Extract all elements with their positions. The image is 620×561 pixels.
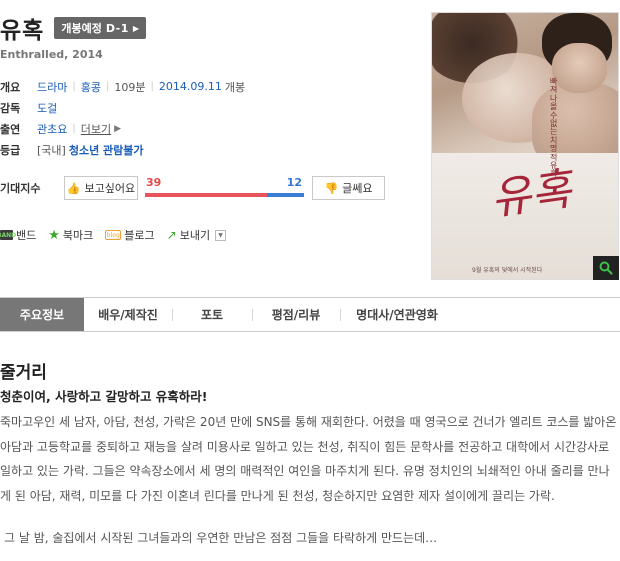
bookmark-label: 북마크 bbox=[62, 229, 94, 242]
overview-values: 드라마 | 홍콩 | 109분 | 2014.09.11 개봉 bbox=[37, 79, 245, 95]
dislike-button-label: 글쎄요 bbox=[342, 183, 373, 195]
cast-link[interactable]: 관초요 bbox=[37, 121, 67, 137]
tab-reviews[interactable]: 평점/리뷰 bbox=[252, 298, 340, 331]
gauge-like-fill bbox=[145, 193, 267, 197]
grade-label: 등급 bbox=[0, 143, 21, 157]
gauge-bar bbox=[145, 193, 304, 197]
expectation-row: 기대지수 👍 보고싶어요 39 12 👎 글쎄요 bbox=[0, 176, 390, 200]
band-icon: BAND bbox=[0, 230, 17, 240]
share-row: BAND 밴드 ★ 북마크 blog 블로그 ↗ 보내기 ▼ bbox=[0, 226, 238, 244]
release-badge-label: 개봉예정 bbox=[61, 22, 102, 35]
band-label: 밴드 bbox=[16, 229, 37, 242]
chevron-right-icon: ▶ bbox=[132, 23, 140, 33]
expectation-label: 기대지수 bbox=[0, 182, 41, 195]
cast-label: 출연 bbox=[0, 122, 21, 136]
release-suffix: 개봉 bbox=[224, 80, 246, 94]
tab-main-info[interactable]: 주요정보 bbox=[0, 298, 84, 331]
grade-row: 등급 [국내] 청소년 관람불가 bbox=[0, 139, 245, 160]
tab-cast-crew[interactable]: 배우/제작진 bbox=[84, 298, 172, 331]
original-title: Enthralled, 2014 bbox=[0, 48, 103, 61]
separator: | bbox=[72, 123, 76, 134]
expectation-gauge: 39 12 bbox=[145, 176, 304, 200]
tab-photo[interactable]: 포토 bbox=[172, 298, 252, 331]
send-button[interactable]: ↗ 보내기 ▼ bbox=[166, 227, 227, 243]
like-button-label: 보고싶어요 bbox=[84, 183, 136, 195]
band-share-button[interactable]: BAND 밴드 bbox=[0, 227, 36, 243]
director-label: 감독 bbox=[0, 101, 21, 115]
thumbs-down-icon: 👎 bbox=[324, 182, 339, 195]
blog-share-button[interactable]: blog 블로그 bbox=[105, 227, 155, 243]
like-count: 39 bbox=[146, 176, 162, 189]
like-button[interactable]: 👍 보고싶어요 bbox=[64, 176, 138, 200]
dislike-count: 12 bbox=[286, 176, 302, 189]
director-link[interactable]: 도걸 bbox=[37, 100, 57, 116]
star-icon: ★ bbox=[48, 227, 60, 243]
separator: | bbox=[106, 81, 110, 92]
blog-label: 블로그 bbox=[124, 229, 155, 242]
cast-row: 출연 관초요 | 더보기 ▶ bbox=[0, 118, 245, 139]
synopsis-tagline: 청춘이여, 사랑하고 갈망하고 유혹하라! bbox=[0, 389, 208, 404]
grade-link[interactable]: 청소년 관람불가 bbox=[69, 142, 144, 158]
blog-icon: blog bbox=[105, 230, 122, 240]
dislike-button[interactable]: 👎 글쎄요 bbox=[312, 176, 385, 200]
title-row: 유혹 개봉예정 D-1 ▶ bbox=[0, 14, 147, 44]
chevron-right-icon: ▶ bbox=[114, 123, 122, 134]
overview-row: 개요 드라마 | 홍콩 | 109분 | 2014.09.11 개봉 bbox=[0, 76, 245, 97]
separator: | bbox=[150, 81, 154, 92]
thumbs-up-icon: 👍 bbox=[66, 182, 81, 195]
release-dday: D-1 bbox=[105, 21, 129, 35]
movie-title: 유혹 bbox=[0, 18, 45, 44]
tab-quotes-related[interactable]: 명대사/연관영화 bbox=[340, 298, 454, 331]
synopsis-body-2: 그 날 밤, 술집에서 시작된 그녀들과의 우연한 만남은 점점 그들을 타락하… bbox=[4, 531, 438, 545]
cast-more-link[interactable]: 더보기 bbox=[81, 121, 111, 137]
magnifier-icon bbox=[599, 261, 613, 275]
zoom-button[interactable] bbox=[593, 256, 619, 280]
genre-link[interactable]: 드라마 bbox=[37, 79, 67, 95]
synopsis-body: 죽마고우인 세 남자, 아담, 천성, 가락은 20년 만에 SNS를 통해 재… bbox=[0, 415, 617, 503]
bookmark-button[interactable]: ★ 북마크 bbox=[48, 227, 93, 243]
director-row: 감독 도걸 bbox=[0, 97, 245, 118]
tab-bar: 주요정보 배우/제작진 포토 평점/리뷰 명대사/연관영화 bbox=[0, 297, 620, 332]
info-table: 개요 드라마 | 홍콩 | 109분 | 2014.09.11 개봉 감독 도걸… bbox=[0, 76, 245, 160]
share-arrow-icon: ↗ bbox=[166, 228, 177, 242]
release-date-link[interactable]: 2014.09.11 bbox=[159, 80, 222, 93]
country-link[interactable]: 홍콩 bbox=[81, 79, 101, 95]
grade-prefix: [국내] bbox=[37, 143, 66, 157]
runtime: 109분 bbox=[114, 80, 146, 94]
separator: | bbox=[72, 81, 76, 92]
chevron-down-icon[interactable]: ▼ bbox=[215, 229, 227, 241]
overview-label: 개요 bbox=[0, 80, 21, 94]
poster-bottom-text: 9월 유혹의 덫에서 시작된다 bbox=[472, 267, 543, 274]
release-badge[interactable]: 개봉예정 D-1 ▶ bbox=[54, 17, 147, 39]
send-label: 보내기 bbox=[179, 229, 211, 242]
poster-calligraphy: 유혹 bbox=[487, 163, 575, 226]
synopsis-heading: 줄거리 bbox=[0, 363, 47, 383]
movie-poster[interactable]: 빠져나올 수 없는 치명적 유혹 유혹 9월 유혹의 덫에서 시작된다 bbox=[431, 12, 619, 280]
